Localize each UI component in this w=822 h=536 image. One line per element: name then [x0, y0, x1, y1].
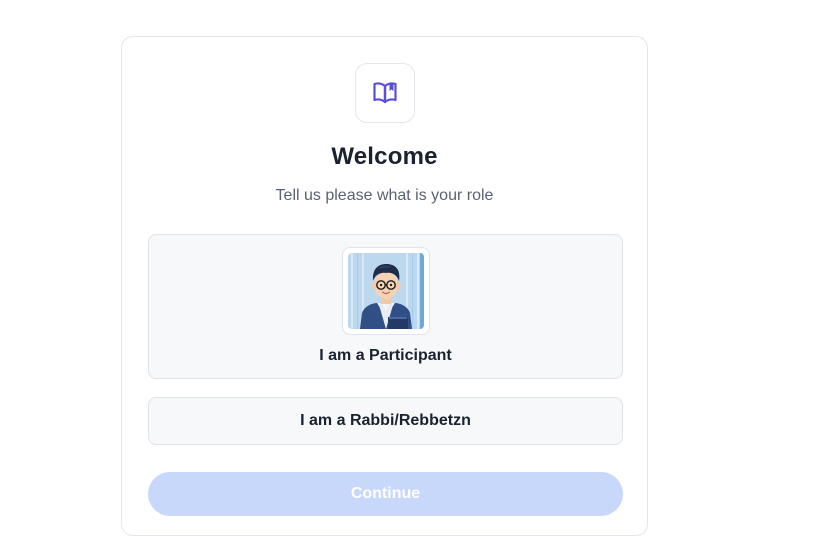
page-subtitle: Tell us please what is your role [275, 187, 494, 204]
app-logo [355, 63, 415, 123]
role-option-rabbi[interactable]: I am a Rabbi/Rebbetzn [148, 397, 623, 445]
participant-avatar-illustration [348, 253, 424, 329]
role-selection-card: Welcome Tell us please what is your role [121, 36, 648, 536]
role-option-participant[interactable]: I am a Participant [148, 234, 623, 379]
continue-button[interactable]: Continue [148, 472, 623, 516]
participant-avatar [342, 247, 430, 335]
open-book-icon [373, 82, 397, 104]
role-label-rabbi: I am a Rabbi/Rebbetzn [300, 412, 471, 429]
role-label-participant: I am a Participant [319, 347, 452, 364]
page-title: Welcome [331, 143, 438, 170]
